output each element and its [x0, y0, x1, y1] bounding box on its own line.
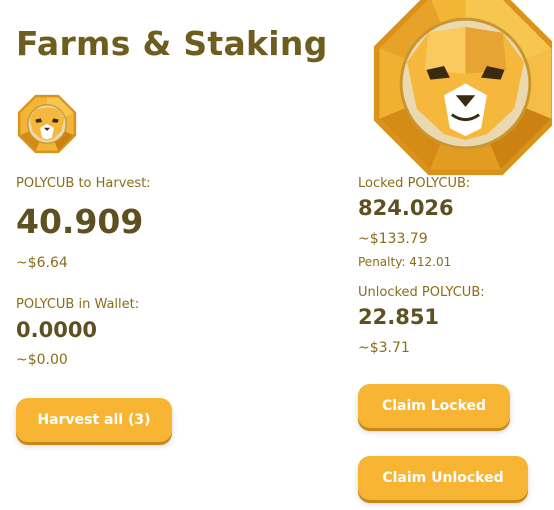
polycub-lion-icon — [17, 94, 77, 154]
harvest-amount: 40.909 — [16, 202, 144, 241]
harvest-label: POLYCUB to Harvest: — [16, 176, 151, 191]
wallet-amount: 0.0000 — [16, 318, 98, 342]
locked-amount: 824.026 — [358, 196, 454, 220]
locked-usd: ~$133.79 — [358, 231, 428, 247]
page-title: Farms & Staking — [16, 24, 328, 63]
harvest-all-button[interactable]: Harvest all (3) — [16, 398, 172, 442]
penalty-text: Penalty: 412.01 — [358, 255, 452, 269]
claim-locked-button[interactable]: Claim Locked — [358, 384, 510, 428]
locked-label: Locked POLYCUB: — [358, 176, 471, 191]
unlocked-usd: ~$3.71 — [358, 340, 410, 356]
farms-staking-card: Farms & Staking POLYCUB to Harvest: 40.9… — [0, 0, 552, 508]
polycub-lion-icon — [373, 0, 552, 176]
wallet-usd: ~$0.00 — [16, 352, 68, 368]
claim-unlocked-button[interactable]: Claim Unlocked — [358, 456, 528, 500]
unlocked-amount: 22.851 — [358, 305, 440, 329]
wallet-label: POLYCUB in Wallet: — [16, 297, 140, 312]
unlocked-label: Unlocked POLYCUB: — [358, 285, 485, 300]
harvest-usd: ~$6.64 — [16, 255, 68, 271]
